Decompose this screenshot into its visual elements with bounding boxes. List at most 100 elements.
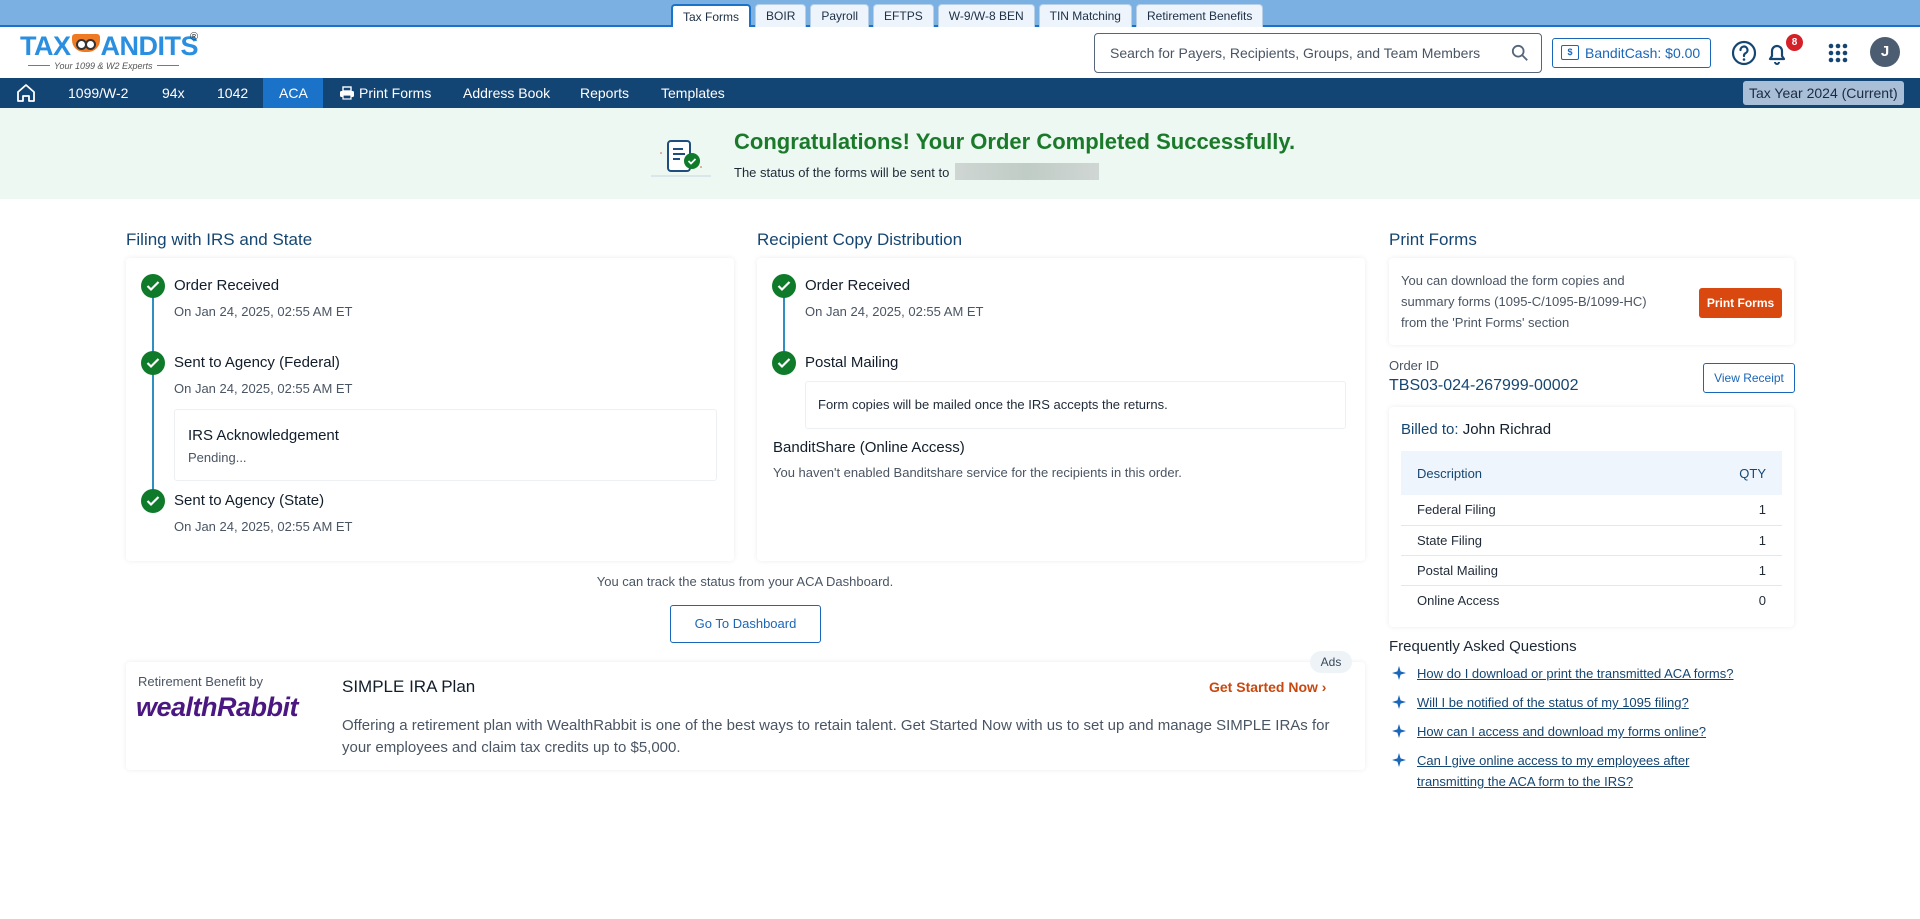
sparkle-icon — [1392, 724, 1406, 738]
table-row: State Filing 1 — [1401, 525, 1782, 556]
ad-body: Offering a retirement plan with WealthRa… — [342, 717, 1330, 756]
product-tab-payroll[interactable]: Payroll — [810, 4, 870, 27]
postal-mailing-note: Form copies will be mailed once the IRS … — [818, 397, 1168, 412]
nav-print-forms[interactable]: Print Forms — [323, 78, 447, 108]
tax-year-selector[interactable]: Tax Year 2024 (Current) — [1743, 81, 1904, 105]
ads-tag: Ads — [1310, 651, 1352, 673]
step-date: On Jan 24, 2025, 02:55 AM ET — [174, 304, 353, 319]
recipient-section-title: Recipient Copy Distribution — [757, 230, 963, 249]
billing-table-wrap: Description QTY Federal Filing 1 State Fi… — [1401, 451, 1782, 615]
timeline-line — [152, 284, 154, 512]
search-input[interactable] — [1095, 34, 1495, 72]
go-to-dashboard-button[interactable]: Go To Dashboard — [670, 605, 821, 643]
header: TAXANDITS ® Your 1099 & W2 Experts $ Ban… — [0, 27, 1920, 78]
apps-grid-icon[interactable] — [1822, 37, 1854, 69]
wallet-icon: $ — [1561, 45, 1579, 60]
step-title: Sent to Agency (Federal) — [174, 354, 340, 371]
nav-home[interactable] — [10, 78, 42, 108]
banditshare-title: BanditShare (Online Access) — [773, 439, 965, 456]
billing-card: Billed to: John Richrad Description QTY … — [1389, 407, 1794, 627]
retirement-ad-card: Retirement Benefit by wealthRabbit SIMPL… — [126, 662, 1365, 770]
ack-title: IRS Acknowledgement — [188, 427, 339, 444]
step-title: Order Received — [174, 277, 280, 294]
step-complete-icon — [772, 274, 796, 298]
faq-list: How do I download or print the transmitt… — [1389, 663, 1769, 792]
logo-tagline: Your 1099 & W2 Experts — [24, 61, 210, 71]
mascot-eyes-icon — [71, 34, 100, 52]
step-title: Postal Mailing — [805, 354, 899, 371]
redacted-email — [954, 163, 1099, 180]
table-row: Federal Filing 1 — [1401, 495, 1782, 526]
taxbandits-logo[interactable]: TAX ANDITS ® Your 1099 & W2 Experts — [20, 31, 210, 75]
print-forms-button[interactable]: Print Forms — [1699, 288, 1782, 318]
column-header-description: Description — [1401, 451, 1653, 495]
notification-count-badge: 8 — [1786, 34, 1803, 51]
step-complete-icon — [141, 351, 165, 375]
faq-link[interactable]: How can I access and download my forms o… — [1389, 721, 1769, 742]
product-tab-boir[interactable]: BOIR — [755, 4, 807, 27]
global-search — [1094, 33, 1542, 73]
irs-acknowledgement-box: IRS Acknowledgement Pending... — [174, 409, 717, 481]
sparkle-icon — [1392, 695, 1406, 709]
billing-table: Description QTY Federal Filing 1 State Fi… — [1401, 451, 1782, 615]
step-date: On Jan 24, 2025, 02:55 AM ET — [174, 519, 353, 534]
help-icon[interactable] — [1728, 37, 1760, 69]
step-date: On Jan 24, 2025, 02:55 AM ET — [805, 304, 984, 319]
print-forms-card: You can download the form copies and sum… — [1389, 258, 1794, 345]
filing-status-card: Order Received On Jan 24, 2025, 02:55 AM… — [126, 258, 734, 561]
faq-link[interactable]: How do I download or print the transmitt… — [1389, 663, 1769, 684]
print-forms-text: You can download the form copies and sum… — [1401, 273, 1647, 330]
ad-provider-label: Retirement Benefit by — [138, 674, 264, 689]
step-complete-icon — [141, 489, 165, 513]
step-complete-icon — [772, 351, 796, 375]
step-title: Sent to Agency (State) — [174, 492, 325, 509]
print-forms-section-title: Print Forms — [1389, 230, 1477, 249]
nav-aca[interactable]: ACA — [263, 78, 323, 108]
product-tab-tax-forms[interactable]: Tax Forms — [671, 4, 752, 28]
faq-link[interactable]: Will I be notified of the status of my 1… — [1389, 692, 1769, 713]
nav-address-book[interactable]: Address Book — [447, 78, 566, 108]
ack-status: Pending... — [188, 450, 247, 465]
order-id-value: TBS03-024-267999-00002 — [1389, 377, 1579, 394]
sparkle-icon — [1392, 666, 1406, 680]
nav-reports[interactable]: Reports — [564, 78, 645, 108]
bandit-cash-button[interactable]: $ BanditCash: $0.00 — [1552, 38, 1711, 68]
search-icon[interactable] — [1511, 44, 1529, 62]
step-date: On Jan 24, 2025, 02:55 AM ET — [174, 381, 353, 396]
faq-link[interactable]: Can I give online access to my employees… — [1389, 750, 1709, 792]
nav-templates[interactable]: Templates — [645, 78, 741, 108]
table-row: Online Access 0 — [1417, 592, 1766, 608]
track-status-text: You can track the status from your ACA D… — [596, 574, 894, 589]
chevron-right-icon: › — [1321, 679, 1327, 695]
product-tab-retirement-benefits[interactable]: Retirement Benefits — [1135, 4, 1264, 27]
recipient-distribution-card: Order Received On Jan 24, 2025, 02:55 AM… — [757, 258, 1365, 561]
success-title: Congratulations! Your Order Completed Su… — [734, 129, 1296, 154]
wealthrabbit-logo[interactable]: wealthRabbit — [136, 692, 299, 723]
main-nav: 1099/W-2 94x 1042 ACA Print Forms Addres… — [0, 78, 1920, 108]
success-banner: Congratulations! Your Order Completed Su… — [0, 108, 1920, 199]
view-receipt-button[interactable]: View Receipt — [1703, 363, 1795, 393]
column-header-qty: QTY — [1652, 451, 1782, 495]
user-avatar[interactable]: J — [1870, 37, 1900, 67]
billed-to: Billed to: John Richrad — [1401, 421, 1552, 438]
document-check-icon — [651, 140, 711, 177]
sparkle-icon — [1392, 753, 1406, 767]
order-id-label: Order ID — [1389, 358, 1439, 373]
printer-icon — [340, 86, 354, 100]
faq-title: Frequently Asked Questions — [1389, 638, 1577, 655]
banditshare-text: You haven't enabled Banditshare service … — [773, 465, 1182, 480]
step-complete-icon — [141, 274, 165, 298]
product-tab-tin-matching[interactable]: TIN Matching — [1038, 4, 1132, 27]
product-tabs: Tax Forms BOIR Payroll EFTPS W-9/W-8 BEN… — [671, 4, 1264, 28]
success-subtitle: The status of the forms will be sent to — [734, 163, 1099, 180]
product-switcher-bar: Tax Forms BOIR Payroll EFTPS W-9/W-8 BEN… — [0, 0, 1920, 28]
home-icon — [17, 84, 35, 102]
postal-mailing-note-box: Form copies will be mailed once the IRS … — [805, 381, 1346, 429]
nav-1099-w2[interactable]: 1099/W-2 — [52, 78, 144, 108]
nav-1042[interactable]: 1042 — [201, 78, 264, 108]
get-started-now-link[interactable]: Get Started Now › — [1209, 679, 1326, 695]
product-tab-eftps[interactable]: EFTPS — [873, 4, 934, 27]
product-tab-w9-w8ben[interactable]: W-9/W-8 BEN — [937, 4, 1035, 27]
nav-94x[interactable]: 94x — [146, 78, 201, 108]
step-title: Order Received — [805, 277, 911, 294]
